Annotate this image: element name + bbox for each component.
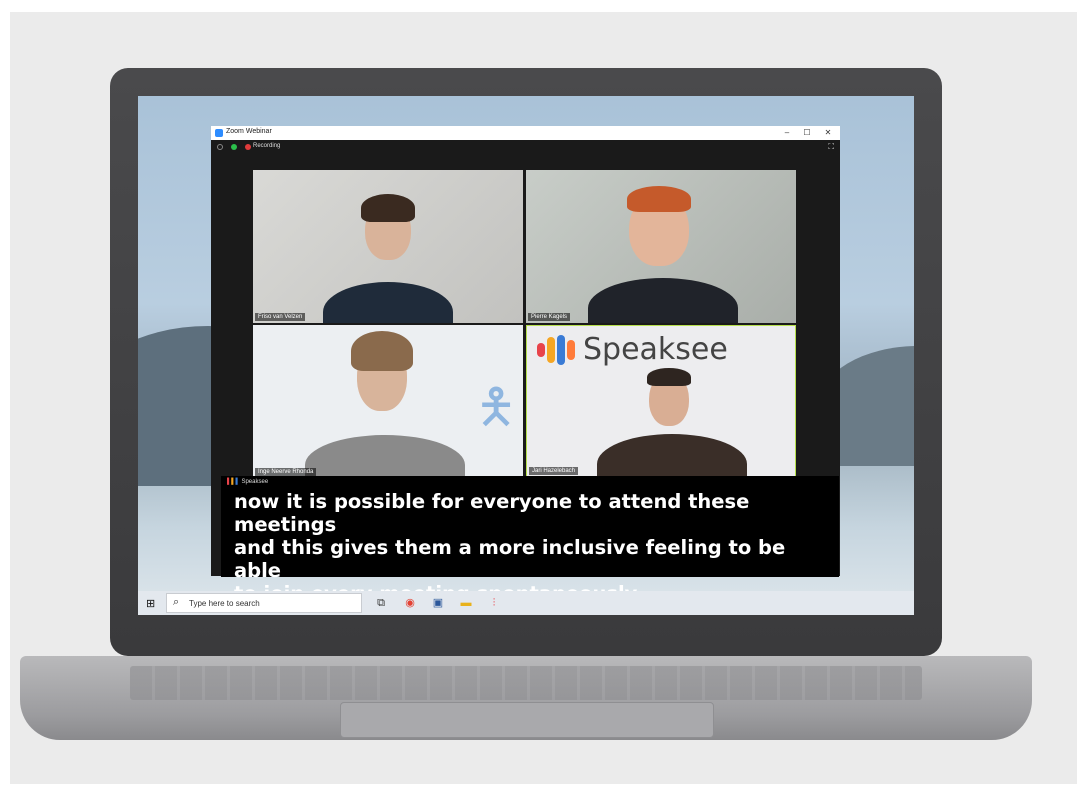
- record-icon: [245, 144, 251, 150]
- fullscreen-icon[interactable]: ⛶: [828, 142, 834, 152]
- accessibility-icon: 🯅: [475, 381, 518, 434]
- video-tile-2[interactable]: Pierre Kagels: [526, 170, 796, 323]
- word-icon[interactable]: ▣: [429, 594, 447, 612]
- video-tile-3[interactable]: 🯅 Inge Neerve Rhonda: [253, 325, 523, 478]
- video-tile-4-active-speaker[interactable]: Speaksee Jari Hazelebach: [526, 325, 796, 478]
- live-captions-panel: ▌▌▌ Speaksee now it is possible for ever…: [221, 476, 839, 605]
- caption-line: and this gives them a more inclusive fee…: [234, 536, 786, 582]
- windows-start-icon[interactable]: ⊞: [146, 597, 155, 610]
- logo-bar: [537, 342, 545, 357]
- participant-hair: [627, 186, 691, 212]
- participant-hair: [351, 331, 413, 371]
- participant-name: Pierre Kagels: [528, 313, 571, 321]
- captions-brand-label: Speaksee: [241, 479, 269, 485]
- participant-name: Inge Neerve Rhonda: [255, 468, 317, 476]
- laptop-screen: Zoom Webinar – ☐ ✕ Recording ⛶ Friso van…: [138, 96, 914, 615]
- search-icon: ⌕: [173, 596, 180, 608]
- file-explorer-icon[interactable]: ▬: [457, 594, 475, 612]
- logo-bar: [547, 336, 555, 363]
- participant-hair: [647, 368, 691, 386]
- participant-body: [597, 434, 747, 477]
- maximize-button[interactable]: ☐: [797, 126, 817, 140]
- minimize-button[interactable]: –: [777, 126, 797, 140]
- zoom-app-icon: [215, 129, 223, 137]
- window-title: Zoom Webinar: [226, 128, 272, 135]
- speaksee-app-icon[interactable]: ⫶: [485, 594, 503, 612]
- meeting-toolbar: Recording ⛶: [211, 140, 840, 154]
- video-tile-1[interactable]: Friso van Velzen: [253, 170, 523, 323]
- participant-name: Jari Hazelebach: [529, 467, 579, 475]
- info-icon[interactable]: [217, 144, 223, 150]
- speaksee-wall-text: Speaksee: [583, 332, 728, 367]
- participant-body: [305, 435, 465, 478]
- search-placeholder: Type here to search: [189, 599, 260, 608]
- logo-bar: [557, 334, 565, 365]
- laptop-touchpad: [340, 702, 714, 738]
- participant-hair: [361, 194, 415, 222]
- window-titlebar[interactable]: Zoom Webinar – ☐ ✕: [211, 126, 840, 140]
- task-view-icon[interactable]: ⧉: [372, 594, 390, 612]
- participant-name: Friso van Velzen: [255, 313, 306, 321]
- caption-text: now it is possible for everyone to atten…: [234, 490, 839, 605]
- close-button[interactable]: ✕: [818, 126, 838, 140]
- laptop-keyboard: [130, 666, 922, 700]
- captions-brand: ▌▌▌ Speaksee: [227, 479, 269, 485]
- caption-line: now it is possible for everyone to atten…: [234, 490, 750, 536]
- windows-taskbar: ⊞ ⌕ Type here to search ⧉ ◉ ▣ ▬ ⫶: [138, 591, 914, 615]
- speaksee-wall-logo: Speaksee: [537, 332, 728, 367]
- participant-body: [588, 278, 738, 323]
- taskbar-search-box[interactable]: ⌕ Type here to search: [166, 593, 362, 613]
- shield-icon[interactable]: [231, 144, 237, 150]
- logo-bar: [567, 339, 575, 360]
- participant-body: [323, 282, 453, 323]
- recording-label: Recording: [253, 143, 281, 149]
- chrome-icon[interactable]: ◉: [401, 594, 419, 612]
